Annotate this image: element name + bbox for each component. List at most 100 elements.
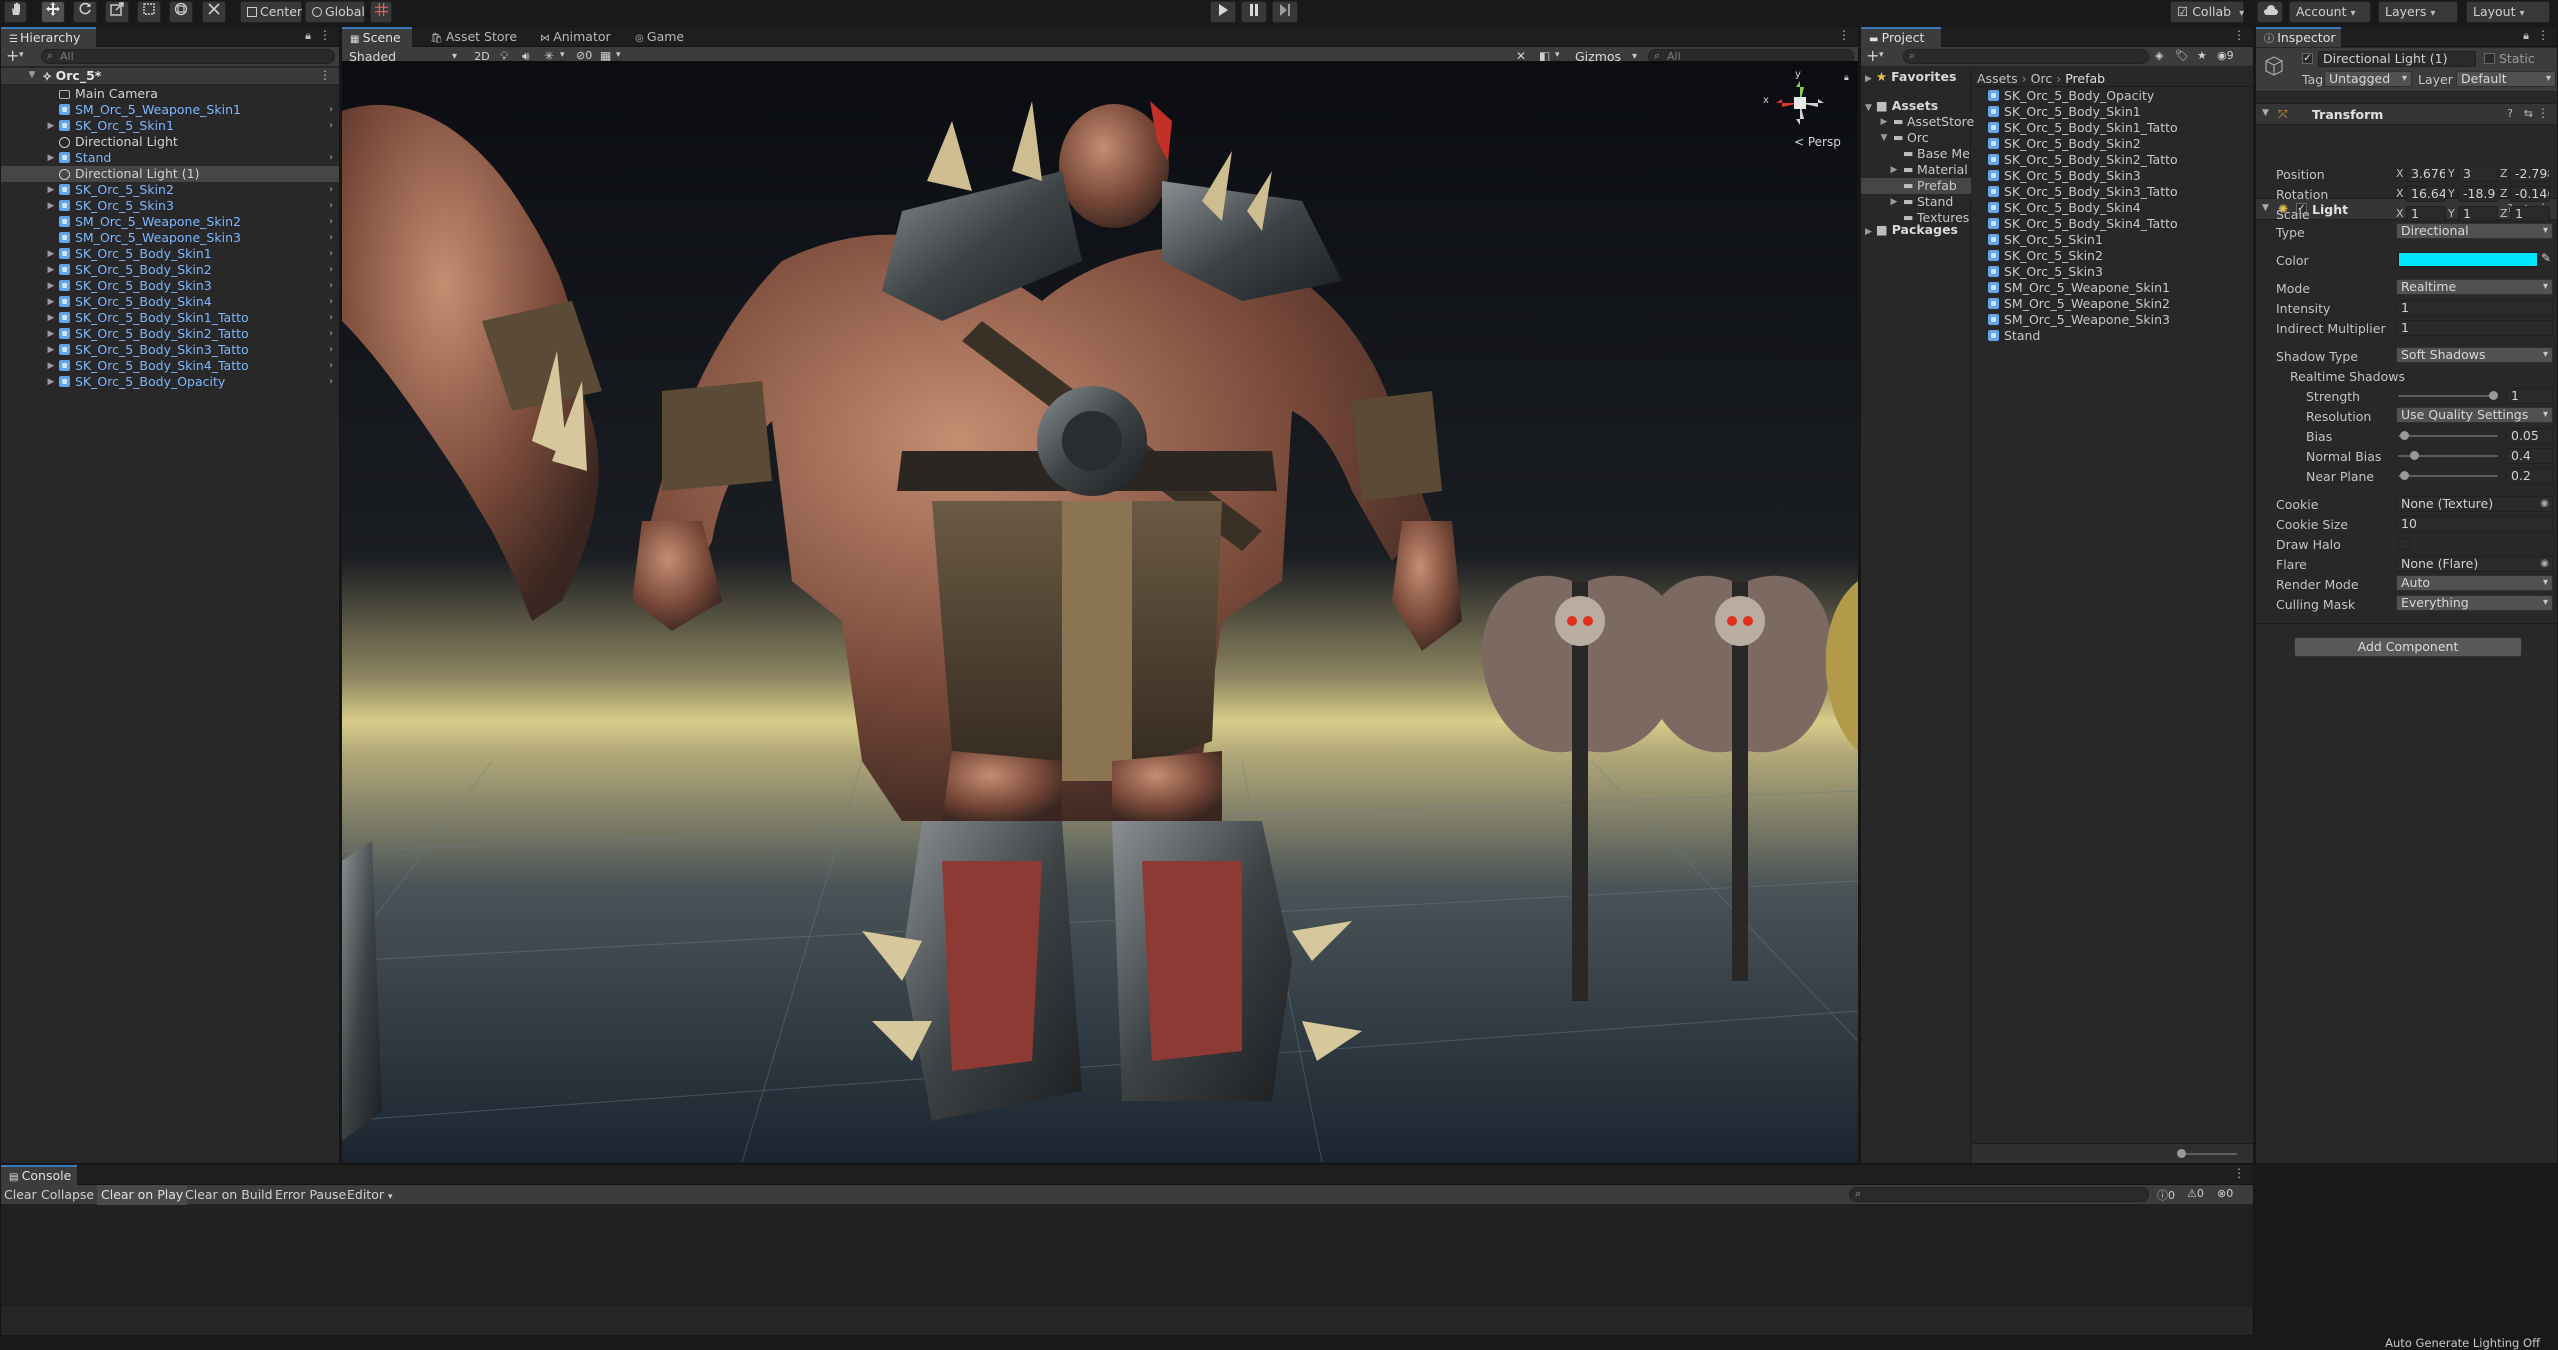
open-prefab-arrow-icon[interactable]: › bbox=[329, 262, 333, 278]
error-pause-toggle[interactable]: Error Pause bbox=[275, 1187, 346, 1202]
warning-count-toggle[interactable]: ⚠0 bbox=[2187, 1187, 2204, 1200]
search-by-label-icon[interactable]: 🏷︎ bbox=[2175, 49, 2189, 62]
hierarchy-search-input[interactable]: All bbox=[41, 49, 335, 64]
hierarchy-item[interactable]: ▶ SK_Orc_5_Body_Skin2_Tatto › bbox=[1, 326, 339, 342]
hierarchy-item[interactable]: SM_Orc_5_Weapone_Skin1 › bbox=[1, 102, 339, 118]
hierarchy-item[interactable]: ▶ SK_Orc_5_Body_Skin2 › bbox=[1, 262, 339, 278]
clear-on-play-toggle[interactable]: Clear on Play bbox=[97, 1185, 188, 1205]
console-menu-icon[interactable]: ⋮ bbox=[2233, 1166, 2245, 1180]
project-folder-item[interactable]: ▶ ▬ AssetStore bbox=[1861, 114, 1975, 130]
open-prefab-arrow-icon[interactable]: › bbox=[329, 374, 333, 390]
object-picker-icon[interactable]: ◉ bbox=[2540, 497, 2549, 511]
expand-arrow-icon[interactable]: ▶ bbox=[46, 342, 56, 358]
panel-menu-icon[interactable]: ⋮ bbox=[319, 28, 331, 42]
intensity-field[interactable]: 1 bbox=[2396, 300, 2553, 316]
clear-button[interactable]: Clear bbox=[4, 1187, 37, 1202]
position-z-field[interactable]: -2.798 bbox=[2510, 166, 2550, 182]
account-dropdown[interactable]: Account bbox=[2289, 1, 2371, 23]
expand-arrow-icon[interactable]: ▶ bbox=[46, 246, 56, 262]
icon-size-slider[interactable] bbox=[2177, 1149, 2237, 1158]
position-x-field[interactable]: 3.676 bbox=[2406, 166, 2446, 182]
hand-tool-button[interactable] bbox=[4, 1, 27, 23]
transform-header[interactable]: ▼ ⤧ Transform ? ⇆ ⋮ bbox=[2256, 103, 2557, 125]
folder-expand-icon[interactable]: ▼ bbox=[1879, 130, 1889, 146]
expand-arrow-icon[interactable]: ▶ bbox=[46, 294, 56, 310]
play-button[interactable] bbox=[1210, 1, 1236, 23]
tab-game[interactable]: ◎ Game bbox=[627, 27, 692, 47]
hierarchy-item[interactable]: ▶ SK_Orc_5_Body_Skin1 › bbox=[1, 246, 339, 262]
project-folder-item[interactable]: ▬ Base Me bbox=[1861, 146, 1971, 162]
hierarchy-item[interactable]: Main Camera bbox=[1, 86, 339, 102]
breadcrumb-assets[interactable]: Assets bbox=[1977, 71, 2018, 86]
hierarchy-item[interactable]: SM_Orc_5_Weapone_Skin2 › bbox=[1, 214, 339, 230]
cloud-button[interactable] bbox=[2257, 1, 2283, 23]
scale-z-field[interactable]: 1 bbox=[2510, 206, 2550, 222]
open-prefab-arrow-icon[interactable]: › bbox=[329, 326, 333, 342]
rotate-tool-button[interactable] bbox=[73, 1, 97, 23]
shadow-type-dropdown[interactable]: Soft Shadows bbox=[2396, 347, 2553, 363]
project-file-item[interactable]: SK_Orc_5_Body_Skin2 bbox=[1988, 136, 2141, 152]
open-prefab-arrow-icon[interactable]: › bbox=[329, 150, 333, 166]
position-y-field[interactable]: 3 bbox=[2458, 166, 2498, 182]
normal-bias-field[interactable]: 0.4 bbox=[2506, 448, 2553, 464]
cookie-size-field[interactable]: 10 bbox=[2396, 516, 2553, 532]
project-file-item[interactable]: SK_Orc_5_Body_Skin1_Tatto bbox=[1988, 120, 2178, 136]
project-folder-item[interactable]: ▶ ▬ Material bbox=[1861, 162, 1971, 178]
strength-field[interactable]: 1 bbox=[2506, 388, 2553, 404]
expand-arrow-icon[interactable]: ▶ bbox=[46, 358, 56, 374]
pivot-space-toggle[interactable]: Global bbox=[305, 1, 365, 23]
gizmo-lock-icon[interactable]: 🔒︎ bbox=[1844, 73, 1849, 83]
hierarchy-item[interactable]: ▶ SK_Orc_5_Body_Skin1_Tatto › bbox=[1, 310, 339, 326]
open-prefab-arrow-icon[interactable]: › bbox=[329, 102, 333, 118]
breadcrumb-prefab[interactable]: Prefab bbox=[2065, 71, 2105, 86]
pause-button[interactable] bbox=[1241, 1, 1267, 23]
resolution-dropdown[interactable]: Use Quality Settings bbox=[2396, 407, 2553, 423]
breadcrumb-orc[interactable]: Orc bbox=[2031, 71, 2053, 86]
open-prefab-arrow-icon[interactable]: › bbox=[329, 198, 333, 214]
camera-dropdown-icon[interactable]: ▾ bbox=[1555, 50, 1560, 60]
add-component-button[interactable]: Add Component bbox=[2294, 637, 2522, 657]
color-swatch[interactable] bbox=[2398, 252, 2538, 267]
project-folder-item[interactable]: ▼ ▬ Orc bbox=[1861, 130, 1971, 146]
create-plus-icon[interactable]: + bbox=[6, 47, 19, 65]
pivot-center-toggle[interactable]: Center bbox=[240, 1, 302, 23]
project-folder-item[interactable]: ▬ Prefab bbox=[1861, 178, 1971, 194]
project-file-item[interactable]: SK_Orc_5_Body_Skin1 bbox=[1988, 104, 2141, 120]
scene-viewport[interactable]: y x 🔒︎ < Persp bbox=[342, 61, 1858, 1162]
open-prefab-arrow-icon[interactable]: › bbox=[329, 310, 333, 326]
rect-tool-button[interactable] bbox=[137, 1, 161, 23]
project-file-item[interactable]: SM_Orc_5_Weapone_Skin3 bbox=[1988, 312, 2170, 328]
tag-dropdown[interactable]: Untagged bbox=[2324, 71, 2412, 87]
open-prefab-arrow-icon[interactable]: › bbox=[329, 118, 333, 134]
preset-icon[interactable]: ⇆ bbox=[2524, 107, 2533, 120]
tab-project[interactable]: ▬ Project bbox=[1861, 27, 1941, 47]
project-file-item[interactable]: SK_Orc_5_Body_Skin3 bbox=[1988, 168, 2141, 184]
open-prefab-arrow-icon[interactable]: › bbox=[329, 294, 333, 310]
draw-halo-checkbox[interactable] bbox=[2398, 538, 2410, 550]
effects-dropdown-icon[interactable]: ▾ bbox=[560, 50, 565, 60]
open-prefab-arrow-icon[interactable]: › bbox=[329, 358, 333, 374]
hierarchy-item[interactable]: ▶ SK_Orc_5_Skin1 › bbox=[1, 118, 339, 134]
hierarchy-item[interactable]: ▶ Stand › bbox=[1, 150, 339, 166]
rotation-x-field[interactable]: 16.643 bbox=[2406, 186, 2446, 202]
open-prefab-arrow-icon[interactable]: › bbox=[329, 278, 333, 294]
open-prefab-arrow-icon[interactable]: › bbox=[329, 342, 333, 358]
hierarchy-item[interactable]: Directional Light bbox=[1, 134, 339, 150]
scene-header-row[interactable]: ▼ ⟡ Orc_5* ⋮ bbox=[1, 68, 339, 85]
project-file-item[interactable]: SK_Orc_5_Body_Skin3_Tatto bbox=[1988, 184, 2178, 200]
scene-menu-icon[interactable]: ⋮ bbox=[319, 68, 331, 82]
expand-arrow-icon[interactable]: ▶ bbox=[46, 278, 56, 294]
hierarchy-item[interactable]: Directional Light (1) bbox=[1, 166, 339, 182]
expand-arrow-icon[interactable]: ▶ bbox=[46, 326, 56, 342]
expand-arrow-icon[interactable]: ▶ bbox=[46, 182, 56, 198]
scene-expand-icon[interactable]: ▼ bbox=[27, 70, 37, 80]
project-file-item[interactable]: SK_Orc_5_Skin2 bbox=[1988, 248, 2103, 264]
hierarchy-item[interactable]: ▶ SK_Orc_5_Body_Skin3_Tatto › bbox=[1, 342, 339, 358]
mode-dropdown[interactable]: Realtime bbox=[2396, 279, 2553, 295]
near-plane-field[interactable]: 0.2 bbox=[2506, 468, 2553, 484]
layer-dropdown[interactable]: Default bbox=[2456, 71, 2556, 87]
project-file-item[interactable]: SK_Orc_5_Body_Skin4 bbox=[1988, 200, 2141, 216]
object-name-field[interactable]: Directional Light (1) bbox=[2318, 51, 2476, 67]
rotation-z-field[interactable]: -0.146 bbox=[2510, 186, 2550, 202]
bias-slider[interactable] bbox=[2398, 431, 2498, 440]
